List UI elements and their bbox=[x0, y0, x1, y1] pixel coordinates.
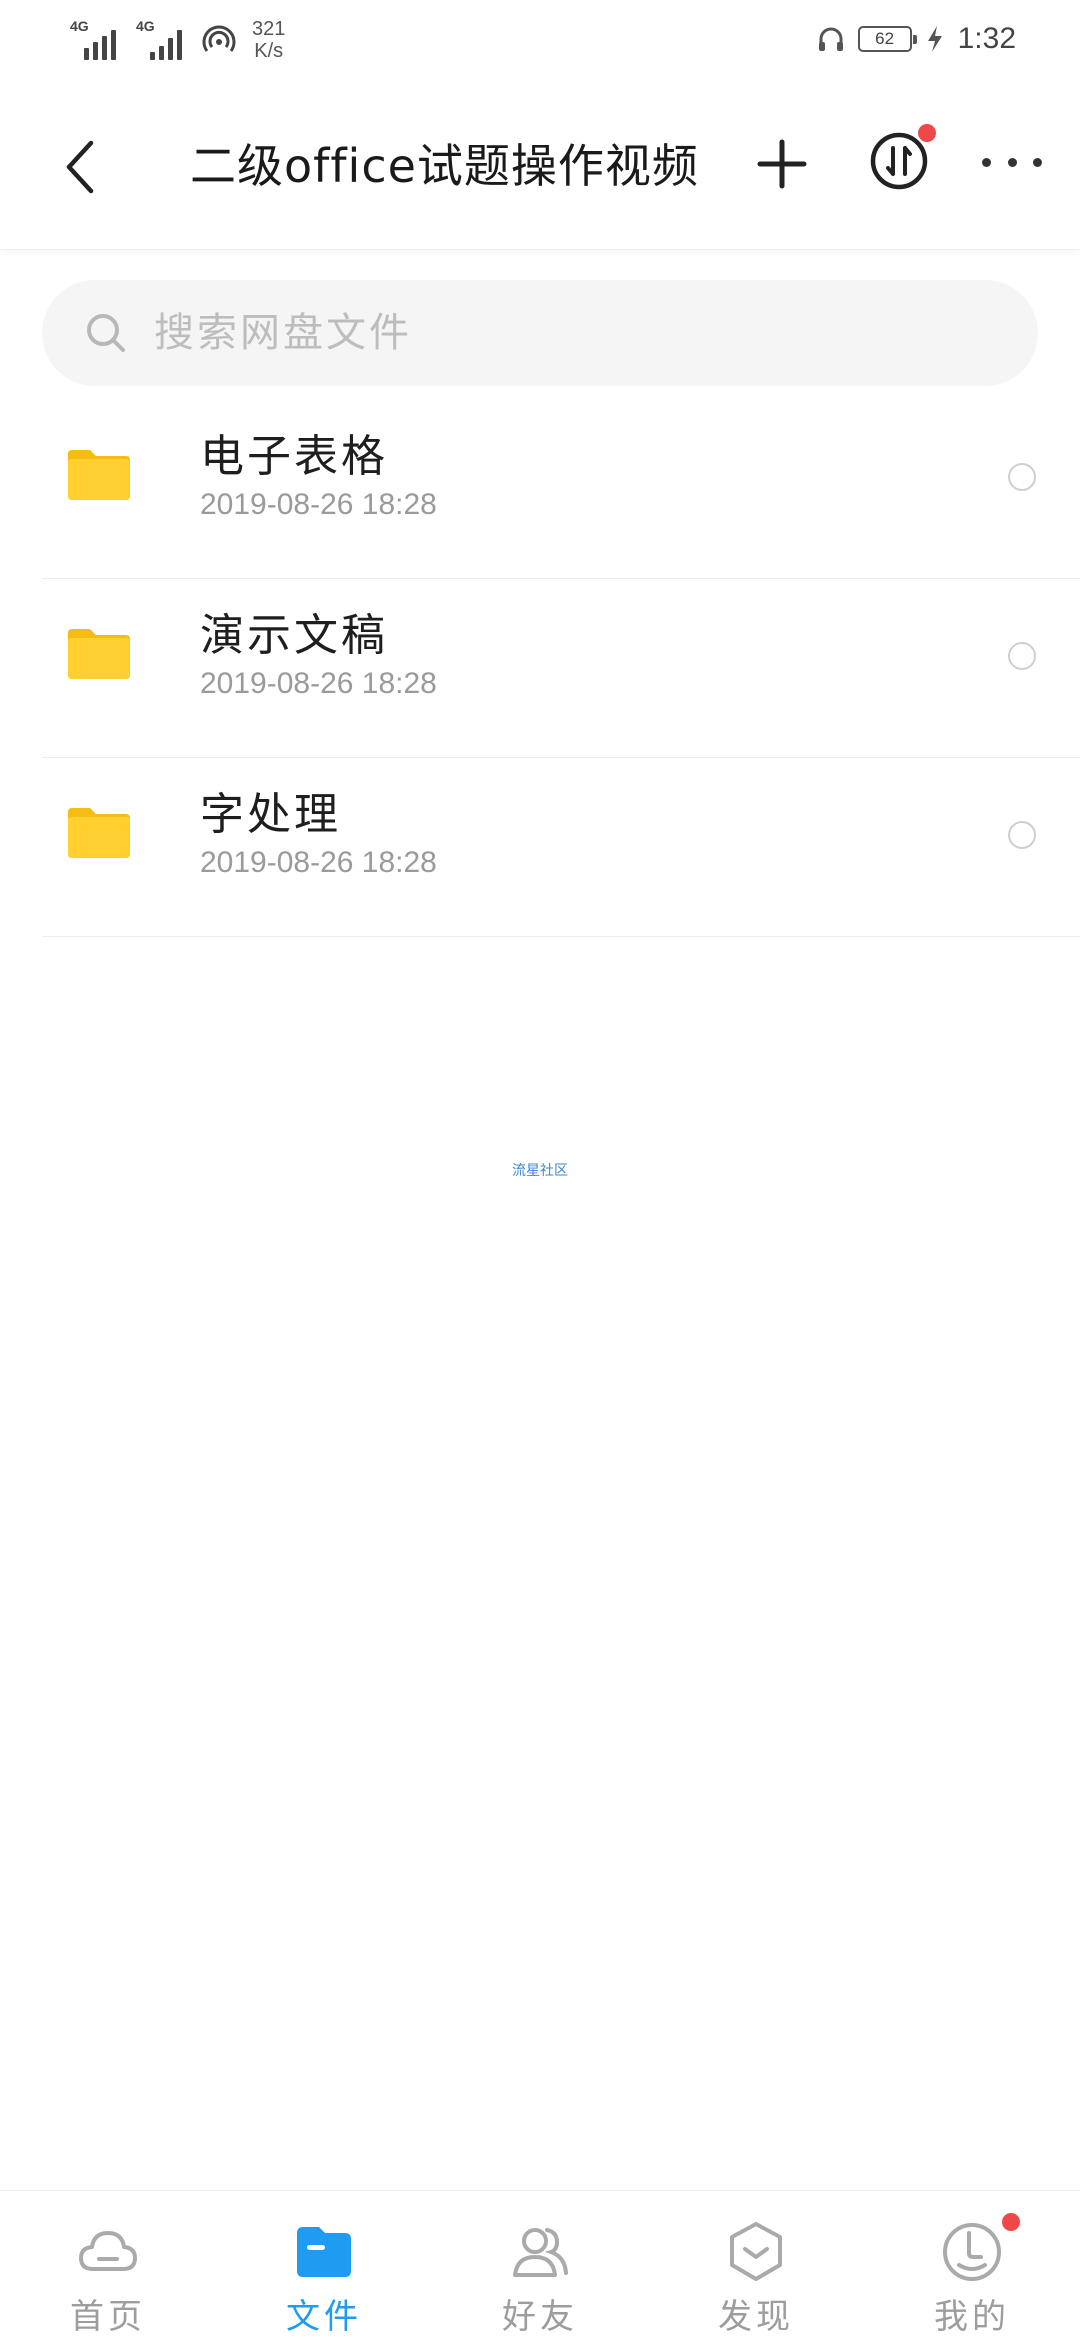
speed-unit: K/s bbox=[254, 40, 284, 62]
nav-home[interactable]: 首页 bbox=[0, 2191, 216, 2340]
status-right: 62 1:32 bbox=[816, 22, 1016, 56]
more-dot-icon bbox=[1007, 157, 1017, 167]
back-button[interactable] bbox=[50, 132, 110, 202]
network-type-label: 4G bbox=[136, 18, 155, 34]
battery-icon: 62 bbox=[857, 26, 917, 52]
more-options-button[interactable] bbox=[982, 150, 1042, 174]
folder-row[interactable]: 字处理 2019-08-26 18:28 bbox=[42, 758, 1080, 937]
notification-dot bbox=[918, 124, 936, 142]
bottom-nav: 首页 文件 好友 发现 我的 bbox=[0, 2190, 1080, 2340]
folder-icon bbox=[68, 629, 130, 679]
status-left: 4G 4G 321 K/s bbox=[70, 18, 285, 62]
hotspot-icon bbox=[202, 25, 236, 52]
folder-date: 2019-08-26 18:28 bbox=[200, 667, 437, 700]
nav-label: 发现 bbox=[718, 2297, 794, 2337]
folder-name: 演示文稿 bbox=[200, 610, 388, 661]
plus-icon bbox=[757, 139, 807, 189]
folder-row[interactable]: 演示文稿 2019-08-26 18:28 bbox=[42, 579, 1080, 758]
select-radio[interactable] bbox=[1008, 463, 1036, 491]
notification-dot bbox=[1002, 2213, 1020, 2231]
nav-friends[interactable]: 好友 bbox=[432, 2191, 648, 2340]
search-icon bbox=[87, 314, 125, 352]
profile-icon bbox=[943, 2223, 1001, 2281]
file-list: 电子表格 2019-08-26 18:28 演示文稿 2019-08-26 18… bbox=[0, 400, 1080, 937]
more-dot-icon bbox=[982, 157, 991, 167]
clock: 1:32 bbox=[957, 22, 1016, 55]
select-radio[interactable] bbox=[1008, 642, 1036, 670]
folder-date: 2019-08-26 18:28 bbox=[200, 488, 437, 521]
network-speed: 321 K/s bbox=[252, 18, 285, 62]
nav-discover[interactable]: 发现 bbox=[648, 2191, 864, 2340]
select-radio[interactable] bbox=[1008, 821, 1036, 849]
folder-name: 电子表格 bbox=[200, 431, 388, 482]
network-type-label: 4G bbox=[70, 18, 89, 34]
nav-label: 我的 bbox=[934, 2297, 1010, 2337]
discover-icon bbox=[730, 2222, 782, 2281]
folder-icon bbox=[68, 450, 130, 500]
transfer-list-button[interactable] bbox=[868, 124, 936, 192]
page-title: 二级office试题操作视频 bbox=[190, 139, 699, 193]
folder-icon bbox=[297, 2227, 351, 2277]
signal-icon: 4G bbox=[70, 18, 116, 60]
search-bar[interactable] bbox=[42, 280, 1038, 386]
signal-icon: 4G bbox=[136, 18, 182, 60]
folder-icon bbox=[68, 808, 130, 858]
folder-date: 2019-08-26 18:28 bbox=[200, 846, 437, 879]
charging-icon bbox=[927, 26, 942, 52]
speed-value: 321 bbox=[252, 18, 286, 40]
nav-label: 好友 bbox=[502, 2297, 578, 2337]
search-input[interactable] bbox=[154, 310, 954, 356]
cloud-icon bbox=[79, 2231, 137, 2271]
folder-name: 字处理 bbox=[200, 789, 341, 840]
nav-label: 首页 bbox=[70, 2297, 146, 2337]
back-arrow-icon bbox=[66, 140, 94, 194]
status-bar: 4G 4G 321 K/s 62 1:32 bbox=[0, 0, 1080, 90]
watermark: 流星社区 bbox=[512, 1163, 568, 1179]
top-app-bar: 二级office试题操作视频 bbox=[0, 90, 1080, 250]
app-screen: 4G 4G 321 K/s 62 1:32 二级office试题操作视频 搜索网… bbox=[0, 0, 1080, 2340]
headphones-icon bbox=[818, 27, 843, 51]
more-dot-icon bbox=[1033, 157, 1042, 167]
battery-level: 62 bbox=[875, 29, 895, 48]
friends-icon bbox=[513, 2228, 568, 2277]
nav-mine[interactable]: 我的 bbox=[864, 2191, 1080, 2340]
nav-files[interactable]: 文件 bbox=[216, 2191, 432, 2340]
add-button[interactable] bbox=[752, 134, 812, 194]
nav-label: 文件 bbox=[286, 2297, 362, 2337]
folder-row[interactable]: 电子表格 2019-08-26 18:28 bbox=[42, 400, 1080, 579]
